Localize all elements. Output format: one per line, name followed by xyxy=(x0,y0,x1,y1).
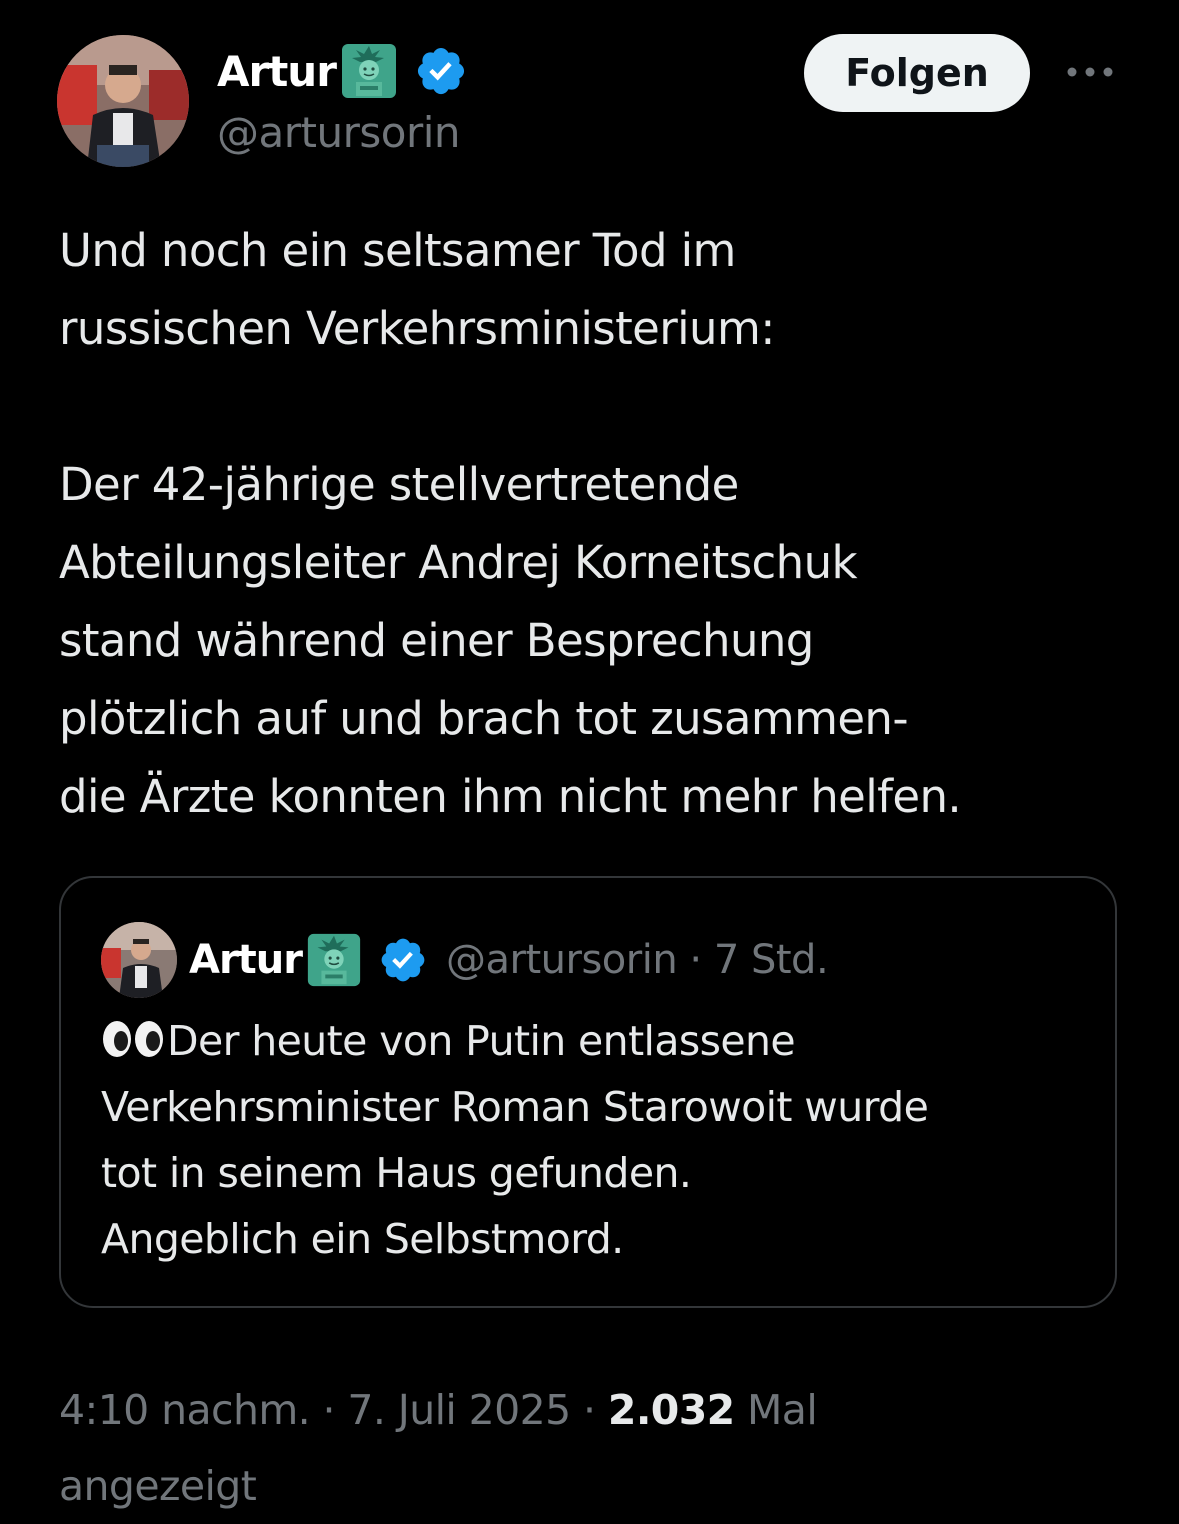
tweet-header: Artur @artursorin Folgen xyxy=(0,0,1179,180)
statue-of-liberty-icon xyxy=(338,40,400,102)
tweet-paragraph: Und noch ein seltsamer Tod im russischen… xyxy=(59,224,775,355)
statue-of-liberty-icon xyxy=(304,930,364,990)
author-avatar[interactable] xyxy=(57,35,189,167)
quoted-handle-and-time: @artursorin · 7 Std. xyxy=(446,937,829,983)
quoted-tweet-line: Verkehrsminister Roman Starowoit wurde xyxy=(101,1083,929,1131)
follow-button[interactable]: Folgen xyxy=(804,34,1030,112)
quoted-tweet-line-text: Der heute von Putin entlassene xyxy=(167,1017,796,1065)
views-count: 2.032 xyxy=(607,1386,735,1434)
tweet-body: Und noch ein seltsamer Tod im russischen… xyxy=(59,212,1149,836)
author-handle[interactable]: @artursorin xyxy=(217,108,461,157)
quoted-tweet-line: tot in seinem Haus gefunden. xyxy=(101,1149,692,1197)
quoted-tweet-card[interactable]: Artur @artursorin · 7 Std. Der heute von… xyxy=(59,876,1117,1308)
tweet-metadata: 4:10 nachm. · 7. Juli 2025 · 2.032 Mal a… xyxy=(59,1372,1149,1524)
quoted-author-display-name: Artur xyxy=(189,937,303,983)
author-name-row: Artur xyxy=(217,38,468,104)
verified-badge-icon xyxy=(378,935,428,985)
quoted-tweet-line: Angeblich ein Selbstmord. xyxy=(101,1215,624,1263)
more-options-icon[interactable] xyxy=(1062,58,1118,86)
eyes-emoji-icon xyxy=(101,1012,165,1057)
tweet-paragraph: Der 42-jährige stellvertretende Abteilun… xyxy=(59,458,962,823)
views-suffix-line2: angezeigt xyxy=(59,1462,257,1510)
quoted-author-avatar xyxy=(101,922,177,998)
quoted-tweet-header: Artur @artursorin · 7 Std. xyxy=(189,926,829,994)
verified-badge-icon[interactable] xyxy=(414,44,468,98)
views-suffix: Mal xyxy=(734,1386,818,1434)
quoted-tweet-body: Der heute von Putin entlassene Verkehrsm… xyxy=(101,1008,1101,1272)
tweet-timestamp[interactable]: 4:10 nachm. · 7. Juli 2025 · xyxy=(59,1386,608,1434)
quoted-tweet-line: Der heute von Putin entlassene xyxy=(101,1008,1101,1074)
author-display-name[interactable]: Artur xyxy=(217,47,337,96)
